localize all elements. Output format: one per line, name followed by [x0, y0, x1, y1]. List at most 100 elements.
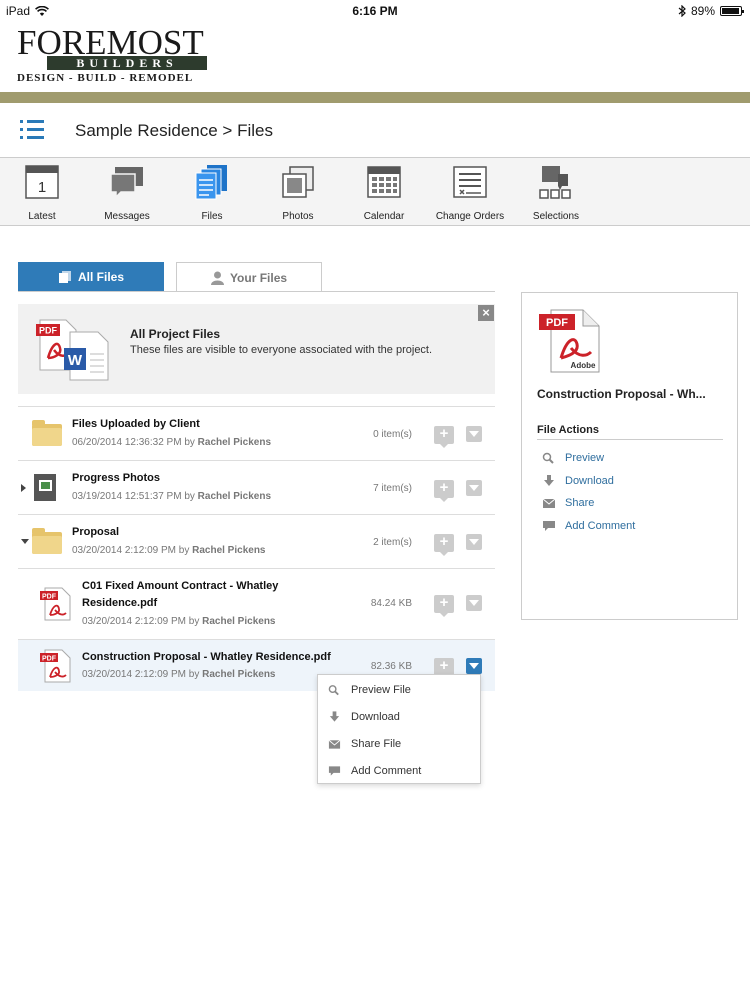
- file-by: by: [184, 437, 195, 448]
- pdf-file-icon: PDF: [40, 649, 71, 683]
- logo-line-3: DESIGN - BUILD - REMODEL: [17, 72, 194, 84]
- file-row[interactable]: Files Uploaded by Client 06/20/2014 12:3…: [18, 406, 495, 460]
- tool-label: Files: [201, 211, 223, 222]
- action-share[interactable]: Share: [542, 497, 594, 509]
- pdf-word-files-icon: PDF W: [36, 319, 109, 381]
- pdf-file-icon: PDF: [40, 587, 71, 621]
- tab-your-files[interactable]: Your Files: [176, 262, 322, 292]
- tab-label: All Files: [77, 270, 124, 284]
- file-meta: 06/20/2014 12:36:32 PM by Rachel Pickens: [72, 437, 271, 448]
- file-details-panel: PDF Adobe Construction Proposal - Wh... …: [521, 292, 738, 620]
- menu-share-file[interactable]: Share File: [328, 734, 401, 754]
- tool-calendar[interactable]: Calendar: [342, 164, 426, 222]
- add-comment-button[interactable]: [434, 425, 454, 448]
- tool-label: Photos: [282, 211, 314, 222]
- chat-bubbles-icon: [110, 167, 143, 199]
- tool-selections[interactable]: Selections: [514, 164, 598, 222]
- menu-label: Add Comment: [351, 765, 422, 777]
- file-by: by: [188, 616, 200, 627]
- files-icon: [195, 165, 227, 200]
- banner-title: All Project Files: [130, 327, 221, 341]
- banner-description: These files are visible to everyone asso…: [130, 344, 433, 356]
- file-size: 0 item(s): [373, 429, 412, 440]
- module-toolbar: 1 Latest Messages Files Photos Calendar …: [0, 158, 750, 226]
- menu-add-comment[interactable]: Add Comment: [328, 761, 421, 781]
- folder-icon: [32, 528, 62, 554]
- tool-label: Selections: [532, 211, 580, 222]
- file-date: 03/20/2014 2:12:09 PM: [82, 616, 186, 627]
- folder-icon: [32, 420, 62, 446]
- file-row[interactable]: PDF C01 Fixed Amount Contract - Whatley …: [18, 568, 495, 639]
- photos-icon: [282, 166, 314, 198]
- file-menu-button[interactable]: [466, 534, 482, 550]
- file-author: Rachel Pickens: [197, 491, 272, 502]
- add-comment-button[interactable]: [434, 479, 454, 502]
- envelope-icon: [328, 739, 341, 749]
- comment-icon: [543, 521, 555, 531]
- file-row[interactable]: Progress Photos 03/19/2014 12:51:37 PM b…: [18, 460, 495, 514]
- file-size: 2 item(s): [373, 537, 412, 548]
- collapse-arrow-icon[interactable]: [21, 539, 29, 544]
- file-name: Progress Photos: [72, 472, 161, 484]
- file-name: Proposal: [72, 526, 120, 538]
- file-menu-button[interactable]: [466, 426, 482, 442]
- file-actions-heading: File Actions: [537, 424, 599, 436]
- logo-line-2: BUILDERS: [47, 56, 207, 70]
- tab-label: Your Files: [229, 270, 288, 285]
- tab-all-files[interactable]: All Files: [18, 262, 164, 292]
- add-comment-button[interactable]: [434, 533, 454, 556]
- action-label: Add Comment: [565, 520, 636, 532]
- file-size: 7 item(s): [373, 483, 412, 494]
- add-comment-button[interactable]: [434, 594, 454, 617]
- calendar-grid-icon: [367, 166, 401, 198]
- svg-text:W: W: [68, 352, 83, 369]
- magnifier-icon: [542, 452, 554, 464]
- battery-icon: [720, 6, 744, 16]
- info-banner: PDF W All Project Files These files are …: [18, 304, 495, 394]
- expand-arrow-icon[interactable]: [21, 484, 26, 492]
- menu-label: Download: [351, 711, 400, 723]
- download-icon: [329, 711, 340, 722]
- tool-label: Change Orders: [435, 211, 505, 222]
- action-preview[interactable]: Preview: [542, 452, 604, 464]
- file-meta: 03/19/2014 12:51:37 PM by Rachel Pickens: [72, 491, 271, 502]
- company-logo: FOREMOST BUILDERS DESIGN - BUILD - REMOD…: [17, 23, 217, 86]
- file-date: 06/20/2014 12:36:32 PM: [72, 437, 182, 448]
- file-size: 82.36 KB: [370, 661, 412, 672]
- status-bar: iPad 6:16 PM 89%: [0, 0, 750, 22]
- svg-text:PDF: PDF: [39, 326, 58, 336]
- file-name: C01 Fixed Amount Contract - Whatley Resi…: [82, 580, 279, 609]
- action-add-comment[interactable]: Add Comment: [542, 520, 635, 532]
- file-name: Construction Proposal - Whatley Residenc…: [82, 651, 331, 663]
- title-bar: Sample Residence > Files: [0, 103, 750, 158]
- menu-icon[interactable]: [20, 119, 44, 139]
- file-size: 84.24 KB: [370, 598, 412, 609]
- file-row[interactable]: Proposal 03/20/2014 2:12:09 PM by Rachel…: [18, 514, 495, 568]
- tool-change-orders[interactable]: Change Orders: [428, 164, 512, 222]
- download-icon: [544, 475, 554, 486]
- file-menu-button[interactable]: [466, 595, 482, 611]
- comment-icon: [328, 766, 341, 776]
- file-author: Rachel Pickens: [202, 669, 276, 680]
- tool-files[interactable]: Files: [170, 164, 254, 222]
- tool-photos[interactable]: Photos: [256, 164, 340, 222]
- svg-text:PDF: PDF: [42, 656, 57, 663]
- file-menu-button-active[interactable]: [466, 658, 482, 674]
- latest-badge-number: 1: [38, 179, 46, 196]
- close-banner-button[interactable]: ×: [478, 305, 494, 321]
- file-menu-button[interactable]: [466, 480, 482, 496]
- file-date: 03/20/2014 2:12:09 PM: [82, 669, 186, 680]
- menu-preview-file[interactable]: Preview File: [328, 680, 411, 700]
- menu-download[interactable]: Download: [328, 707, 400, 727]
- selected-file-title: Construction Proposal - Wh...: [537, 387, 706, 401]
- action-download[interactable]: Download: [542, 475, 614, 487]
- logo-line-1: FOREMOST: [17, 23, 204, 62]
- status-right: 89%: [678, 4, 744, 18]
- tool-messages[interactable]: Messages: [85, 164, 169, 222]
- file-context-menu: Preview File Download Share File Add Com…: [317, 674, 481, 784]
- tool-label: Latest: [28, 211, 56, 222]
- file-author: Rachel Pickens: [197, 437, 272, 448]
- tool-latest[interactable]: 1 Latest: [0, 164, 84, 222]
- file-by: by: [188, 669, 200, 680]
- file-author: Rachel Pickens: [202, 616, 276, 627]
